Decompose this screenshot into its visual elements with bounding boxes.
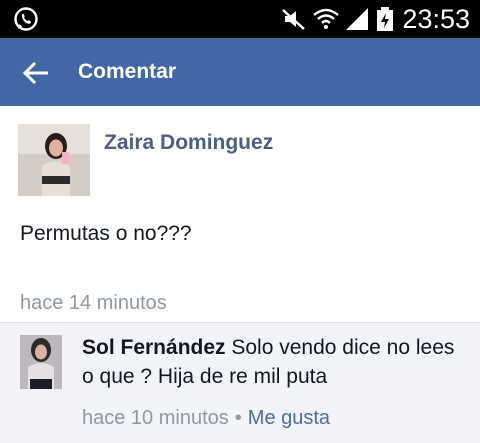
like-button[interactable]: Me gusta <box>248 407 330 429</box>
comment-body: Sol Fernández Solo vendo dice no lees o … <box>82 333 462 391</box>
mute-icon <box>282 9 305 30</box>
whatsapp-icon <box>14 7 38 31</box>
page-title: Comentar <box>78 60 177 83</box>
battery-icon <box>377 7 393 31</box>
post-author[interactable]: Zaira Dominguez <box>104 130 273 156</box>
post-text: Permutas o no??? <box>20 222 192 245</box>
wifi-icon <box>313 8 339 29</box>
post-timestamp: hace 14 minutos <box>20 292 167 314</box>
comment: Sol Fernández Solo vendo dice no lees o … <box>0 322 480 443</box>
avatar[interactable] <box>18 124 90 196</box>
comment-meta: hace 10 minutos • Me gusta <box>82 405 330 431</box>
arrow-left-icon[interactable] <box>22 60 50 86</box>
comment-timestamp: hace 10 minutos <box>82 407 229 429</box>
post: Zaira Dominguez Permutas o no??? hace 14… <box>0 106 480 322</box>
app-bar: Comentar <box>0 38 480 106</box>
signal-icon <box>346 8 368 30</box>
status-bar: 23:53 <box>0 0 480 38</box>
separator-dot: • <box>234 407 242 429</box>
comment-author[interactable]: Sol Fernández <box>82 336 226 359</box>
profile-photo <box>20 335 62 389</box>
clock: 23:53 <box>402 4 470 34</box>
profile-photo <box>18 124 90 196</box>
avatar[interactable] <box>20 335 62 389</box>
